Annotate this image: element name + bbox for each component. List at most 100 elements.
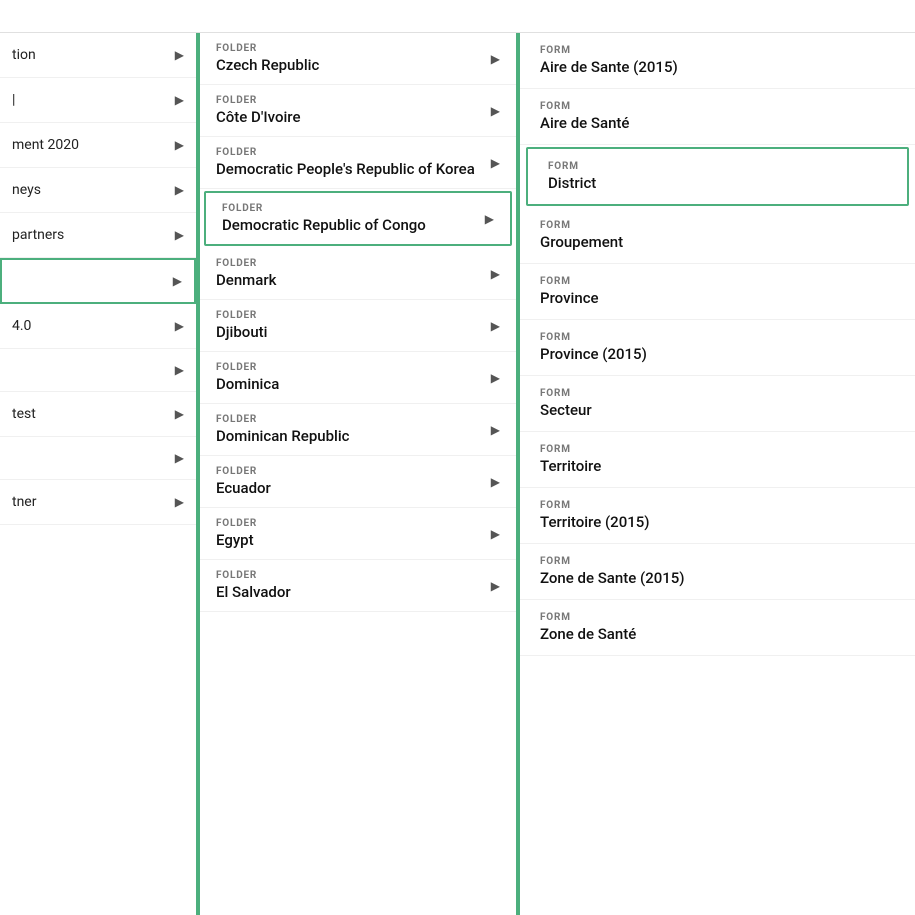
folder-name: Côte D'Ivoire xyxy=(216,108,300,126)
folder-type-label: FOLDER xyxy=(216,362,279,373)
left-item-blank[interactable]: ▶ xyxy=(0,349,196,392)
form-item-territoire-2015[interactable]: FORM Territoire (2015) xyxy=(520,488,915,544)
folder-item-drc[interactable]: FOLDER Democratic Republic of Congo ▶ xyxy=(204,191,512,246)
columns-wrapper: tion▶|▶ment 2020▶neys▶partners▶▶4.0▶▶tes… xyxy=(0,32,915,915)
folder-item-djibouti[interactable]: FOLDER Djibouti ▶ xyxy=(200,300,516,352)
form-type-label: FORM xyxy=(540,612,895,623)
left-item-ment2020[interactable]: ment 2020 ▶ xyxy=(0,123,196,168)
folder-item-egypt[interactable]: FOLDER Egypt ▶ xyxy=(200,508,516,560)
folder-item-ecuador[interactable]: FOLDER Ecuador ▶ xyxy=(200,456,516,508)
left-item-label: test xyxy=(12,406,36,422)
folder-name: Dominica xyxy=(216,375,279,393)
left-item-tion[interactable]: tion▶ xyxy=(0,33,196,78)
folder-type-label: FOLDER xyxy=(216,43,319,54)
left-item-partners[interactable]: partners ▶ xyxy=(0,213,196,258)
form-type-label: FORM xyxy=(540,220,895,231)
form-item-province[interactable]: FORM Province xyxy=(520,264,915,320)
folder-type-label: FOLDER xyxy=(222,203,426,214)
folder-item-el-salvador[interactable]: FOLDEREl Salvador▶ xyxy=(200,560,516,612)
form-name: Province xyxy=(540,289,895,307)
form-item-groupement[interactable]: FORM Groupement xyxy=(520,208,915,264)
form-type-label: FORM xyxy=(540,45,895,56)
folder-type-label: FOLDER xyxy=(216,258,276,269)
folder-item-dominican-republic[interactable]: FOLDER Dominican Republic ▶ xyxy=(200,404,516,456)
left-item-pipe[interactable]: |▶ xyxy=(0,78,196,123)
left-item-label: ment 2020 xyxy=(12,137,79,153)
form-item-territoire[interactable]: FORMTerritoire xyxy=(520,432,915,488)
form-item-aire-sante-2015[interactable]: FORM Aire de Sante (2015) xyxy=(520,33,915,89)
chevron-right-icon: ▶ xyxy=(491,319,500,333)
chevron-right-icon: ▶ xyxy=(485,212,494,226)
chevron-right-icon: ▶ xyxy=(491,423,500,437)
form-type-label: FORM xyxy=(540,276,895,287)
form-name: Territoire (2015) xyxy=(540,513,895,531)
folder-type-label: FOLDER xyxy=(216,414,350,425)
form-type-label: FORM xyxy=(540,332,895,343)
folder-type-label: FOLDER xyxy=(216,570,291,581)
left-item-test[interactable]: test ▶ xyxy=(0,392,196,437)
left-item-blank2[interactable]: ▶ xyxy=(0,437,196,480)
form-item-secteur[interactable]: FORM Secteur xyxy=(520,376,915,432)
left-item-label: neys xyxy=(12,182,41,198)
form-item-zone-sante[interactable]: FORM Zone de Santé xyxy=(520,600,915,656)
form-type-label: FORM xyxy=(548,161,887,172)
folder-name: Ecuador xyxy=(216,479,271,497)
chevron-right-icon: ▶ xyxy=(175,363,184,377)
folder-type-label: FOLDER xyxy=(216,147,475,158)
left-item-4-0[interactable]: 4.0 ▶ xyxy=(0,304,196,349)
folder-item-dominica[interactable]: FOLDER Dominica ▶ xyxy=(200,352,516,404)
folder-item-denmark[interactable]: FOLDER Denmark ▶ xyxy=(200,248,516,300)
chevron-right-icon: ▶ xyxy=(175,183,184,197)
folder-name: Dominican Republic xyxy=(216,427,350,445)
folder-type-label: FOLDER xyxy=(216,466,271,477)
form-item-province-2015[interactable]: FORMProvince (2015) xyxy=(520,320,915,376)
folder-name: Czech Republic xyxy=(216,56,319,74)
left-column: tion▶|▶ment 2020▶neys▶partners▶▶4.0▶▶tes… xyxy=(0,33,200,915)
folder-name: Djibouti xyxy=(216,323,267,341)
chevron-right-icon: ▶ xyxy=(175,319,184,333)
chevron-right-icon: ▶ xyxy=(491,475,500,489)
folder-item-cote-divoire[interactable]: FOLDER Côte D'Ivoire ▶ xyxy=(200,85,516,137)
chevron-right-icon: ▶ xyxy=(491,156,500,170)
chevron-right-icon: ▶ xyxy=(175,495,184,509)
left-item-label: 4.0 xyxy=(12,318,31,334)
form-name: Secteur xyxy=(540,401,895,419)
folder-name: Egypt xyxy=(216,531,257,549)
folder-name: Democratic Republic of Congo xyxy=(222,216,426,234)
form-name: Zone de Sante (2015) xyxy=(540,569,895,587)
forms-column: FORMAire de Sante (2015)FORMAire de Sant… xyxy=(520,33,915,915)
folder-type-label: FOLDER xyxy=(216,518,257,529)
chevron-right-icon: ▶ xyxy=(175,407,184,421)
left-item-neys[interactable]: neys ▶ xyxy=(0,168,196,213)
chevron-right-icon: ▶ xyxy=(491,267,500,281)
left-item-label: tner xyxy=(12,494,36,510)
chevron-right-icon: ▶ xyxy=(175,138,184,152)
folder-item-dprk[interactable]: FOLDER Democratic People's Republic of Ko… xyxy=(200,137,516,189)
form-item-zone-sante-2015[interactable]: FORMZone de Sante (2015) xyxy=(520,544,915,600)
form-name: Zone de Santé xyxy=(540,625,895,643)
folder-type-label: FOLDER xyxy=(216,95,300,106)
form-type-label: FORM xyxy=(540,388,895,399)
form-item-district[interactable]: FORM District xyxy=(526,147,909,206)
chevron-right-icon: ▶ xyxy=(491,104,500,118)
form-name: Aire de Sante (2015) xyxy=(540,58,895,76)
folder-name: Denmark xyxy=(216,271,276,289)
left-item-label: partners xyxy=(12,227,64,243)
form-name: Groupement xyxy=(540,233,895,251)
form-name: District xyxy=(548,174,887,192)
form-type-label: FORM xyxy=(540,500,895,511)
folder-item-czech-republic[interactable]: FOLDERCzech Republic▶ xyxy=(200,33,516,85)
folder-name: Democratic People's Republic of Korea xyxy=(216,160,475,178)
folder-type-label: FOLDER xyxy=(216,310,267,321)
chevron-right-icon: ▶ xyxy=(491,579,500,593)
chevron-right-icon: ▶ xyxy=(175,451,184,465)
form-name: Aire de Santé xyxy=(540,114,895,132)
left-item-label: | xyxy=(12,92,15,108)
chevron-right-icon: ▶ xyxy=(491,527,500,541)
form-item-aire-sante[interactable]: FORMAire de Santé xyxy=(520,89,915,145)
left-item-tner[interactable]: tner ▶ xyxy=(0,480,196,525)
chevron-right-icon: ▶ xyxy=(175,228,184,242)
chevron-right-icon: ▶ xyxy=(491,371,500,385)
left-item-active-item[interactable]: ▶ xyxy=(0,258,196,304)
chevron-right-icon: ▶ xyxy=(175,93,184,107)
